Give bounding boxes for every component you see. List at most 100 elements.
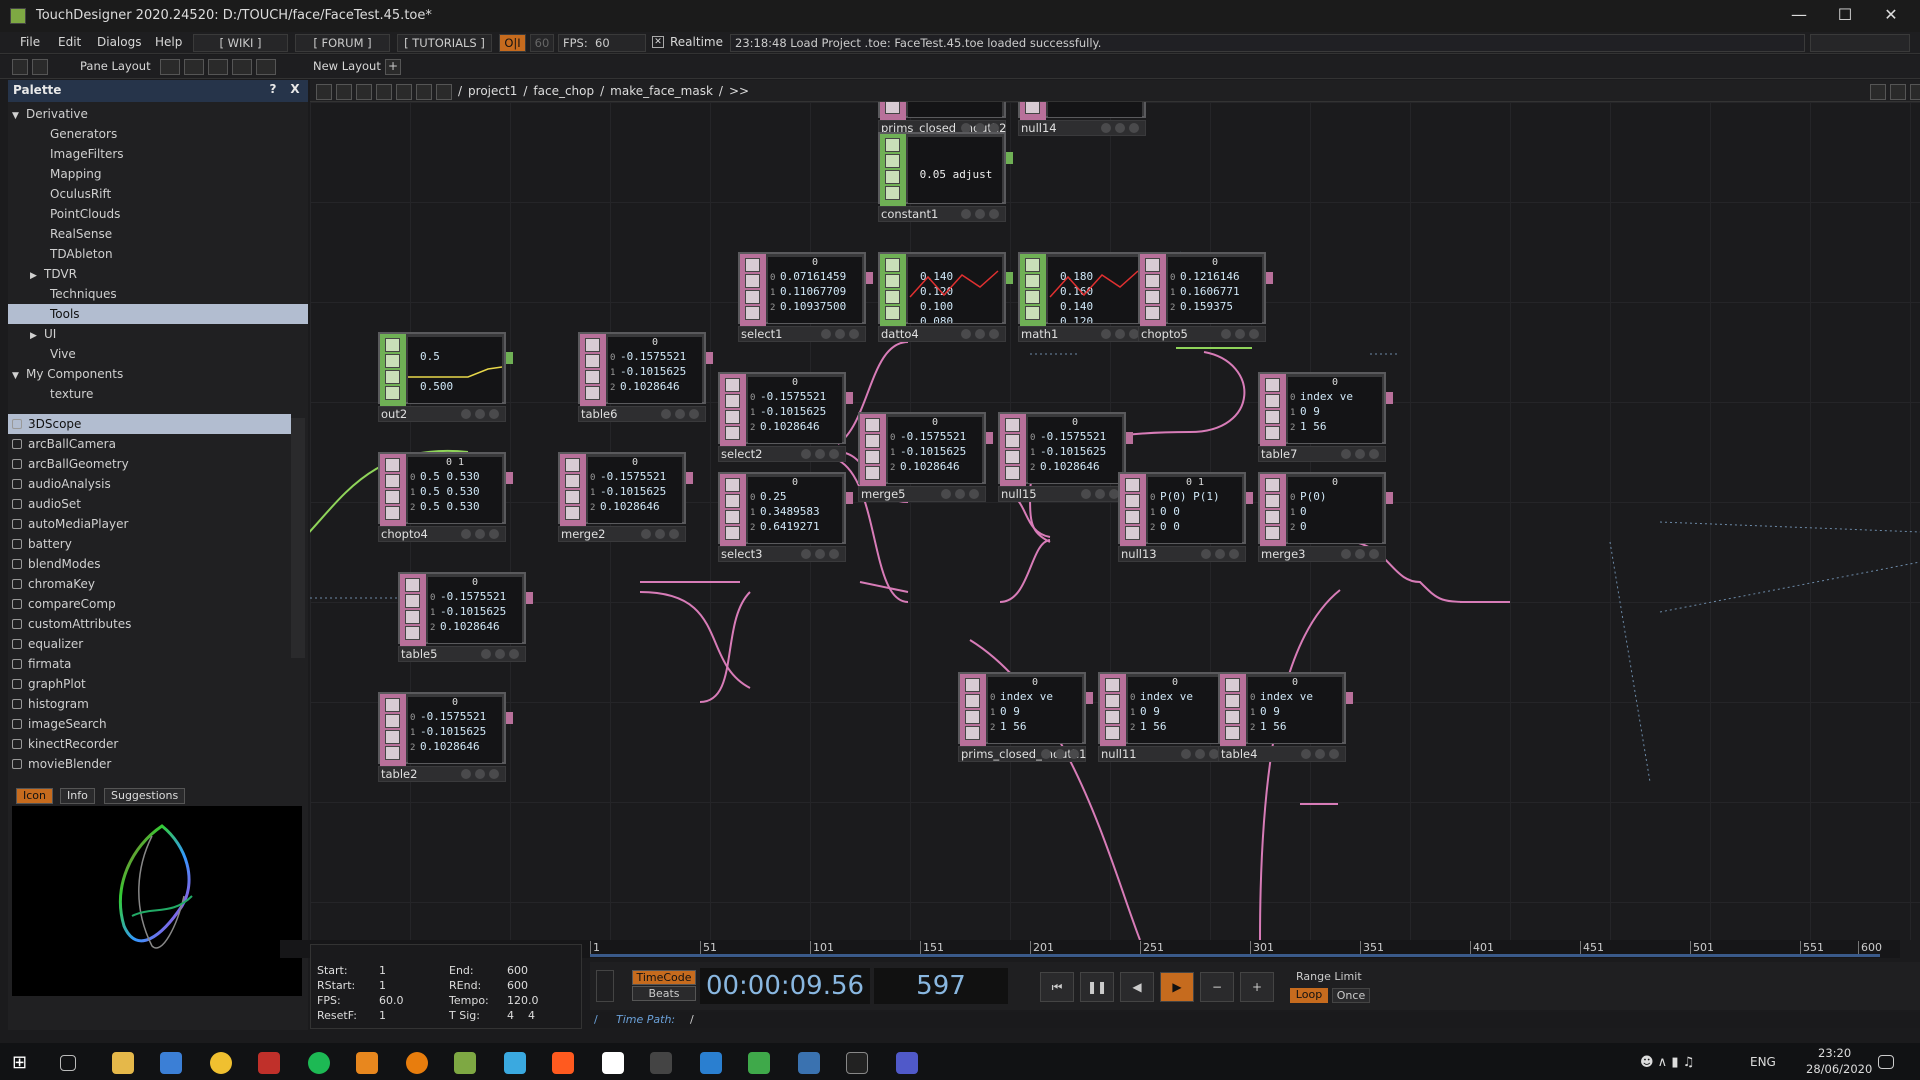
node-table7[interactable]: 0 0 index ve 1 0 9 2 1 56 table7 [1258,372,1393,462]
spotify-icon[interactable] [308,1052,330,1074]
layout-2-icon[interactable] [184,59,204,75]
node-toggle-icon[interactable] [481,649,491,659]
node-math1[interactable]: 0.180 0.160 0.140 0.120 math1 [1018,252,1153,342]
node-body[interactable]: 0.05 adjust [878,132,1006,206]
clock-date[interactable]: 28/06/2020 [1806,1062,1872,1076]
node-flag-icon[interactable] [1005,466,1020,480]
node-table2[interactable]: 0 0 -0.1575521 1 -0.1015625 2 0.1028646 table2 [378,692,513,782]
node-flag-icon[interactable] [405,626,420,640]
menu-edit[interactable]: Edit [58,35,81,49]
node-body[interactable] [878,102,1006,120]
palette-list-item[interactable]: audioSet [8,494,291,514]
palette-tree-item[interactable]: RealSense [8,224,308,244]
node-flag-icon[interactable] [725,526,740,540]
node-flag-icon[interactable] [585,386,600,400]
node-toggle-icon[interactable] [1055,749,1065,759]
node-flag-icon[interactable] [585,370,600,384]
node-label[interactable]: chopto5 [1138,326,1266,342]
node-flag-icon[interactable] [385,354,400,368]
sublime-icon[interactable] [356,1052,378,1074]
node-body[interactable]: 0.5 0.500 [378,332,506,406]
node-flag-icon[interactable] [1265,394,1280,408]
unity-icon[interactable] [602,1052,624,1074]
node-flag-icon[interactable] [1125,478,1140,492]
node-flag-icon[interactable] [1265,478,1280,492]
node-flag-icon[interactable] [405,594,420,608]
node-label[interactable]: table7 [1258,446,1386,462]
time-range-bar[interactable] [590,954,1880,957]
node-flag-icon[interactable] [565,506,580,520]
palette-scrollbar[interactable] [291,418,305,658]
node-toggle-icon[interactable] [489,769,499,779]
pane-split-icon[interactable] [12,59,28,75]
node-toggle-icon[interactable] [475,529,485,539]
node-flag-icon[interactable] [385,746,400,760]
transport-handle-icon[interactable] [596,970,614,1002]
node-label[interactable]: math1 [1018,326,1146,342]
app-blue-icon[interactable] [504,1052,526,1074]
node-flag-icon[interactable] [385,730,400,744]
palette-tree-item[interactable]: ▼ My Components [8,364,308,384]
node-output-connector[interactable] [1346,692,1353,704]
node-body[interactable]: 0 0 -0.1575521 1 -0.1015625 2 0.1028646 [858,412,986,486]
node-toggle-icon[interactable] [1101,123,1111,133]
parent-icon[interactable] [436,84,452,100]
node-viewer[interactable]: 0 0 0.1216146 1 0.1606771 2 0.159375 [1168,257,1262,323]
node-output-connector[interactable] [1006,152,1013,164]
step-forward-button[interactable]: + [1240,972,1274,1002]
node-flag-icon[interactable] [1025,306,1040,320]
node-flag-icon[interactable] [885,274,900,288]
play-forward-button[interactable]: ▶ [1160,972,1194,1002]
node-viewer[interactable] [908,102,1002,117]
node-constant1[interactable]: 0.05 adjust constant1 [878,132,1013,222]
node-viewer[interactable]: 0 0 index ve 1 0 9 2 1 56 [988,677,1082,743]
rewind-button[interactable]: ⏮ [1040,972,1074,1002]
node-flag-icon[interactable] [1265,378,1280,392]
node-flag-icon[interactable] [1125,494,1140,508]
node-body[interactable]: 0 0 0.07161459 1 0.11067709 2 0.10937500 [738,252,866,326]
node-flag-icon[interactable] [725,426,740,440]
node-body[interactable]: 0 0 index ve 1 0 9 2 1 56 [1098,672,1226,746]
node-toggle-icon[interactable] [461,769,471,779]
expand-arrow-icon[interactable]: ▼ [12,366,26,386]
node-out2[interactable]: 0.5 0.500 out2 [378,332,513,422]
node-viewer[interactable]: 0 0 0.07161459 1 0.11067709 2 0.10937500 [768,257,862,323]
node-flag-icon[interactable] [1105,678,1120,692]
node-null11[interactable]: 0 0 index ve 1 0 9 2 1 56 null11 [1098,672,1233,762]
wiki-button[interactable]: [ WIKI ] [193,34,288,52]
node-flag-icon[interactable] [885,170,900,184]
node-toggle-icon[interactable] [829,449,839,459]
file-explorer-icon[interactable] [112,1052,134,1074]
node-output-connector[interactable] [1266,272,1273,284]
maximize-pane-icon[interactable] [1890,84,1906,100]
palette-help-button[interactable]: ? [264,82,282,100]
node-flag-icon[interactable] [385,338,400,352]
node-table4[interactable]: 0 0 index ve 1 0 9 2 1 56 table4 [1218,672,1353,762]
play-reverse-button[interactable]: ◀ [1120,972,1154,1002]
node-flag-icon[interactable] [1105,726,1120,740]
node-body[interactable]: 0 0 -0.1575521 1 -0.1015625 2 0.1028646 [398,572,526,646]
node-body[interactable]: 0.140 0.120 0.100 0.080 [878,252,1006,326]
node-output-connector[interactable] [1246,492,1253,504]
node-flag-icon[interactable] [725,378,740,392]
node-flag-icon[interactable] [1005,450,1020,464]
node-viewer[interactable]: 0 0 -0.1575521 1 -0.1015625 2 0.1028646 [428,577,522,643]
tutorials-button[interactable]: [ TUTORIALS ] [397,34,492,52]
node-toggle-icon[interactable] [961,209,971,219]
close-button[interactable]: ✕ [1868,0,1914,32]
palette-tree-item[interactable]: Techniques [8,284,308,304]
node-flag-icon[interactable] [885,306,900,320]
node-flag-icon[interactable] [1105,694,1120,708]
node-toggle-icon[interactable] [969,489,979,499]
timecode-mode-button[interactable]: TimeCode [632,970,696,985]
node-label[interactable]: table6 [578,406,706,422]
node-toggle-icon[interactable] [1101,329,1111,339]
palette-list-item[interactable]: blendModes [8,554,291,574]
houdini-icon[interactable] [552,1052,574,1074]
node-viewer[interactable]: 0 0 P(0) 1 0 2 0 [1288,477,1382,543]
node-flag-icon[interactable] [405,578,420,592]
node-toggle-icon[interactable] [1329,749,1339,759]
node-body[interactable]: 0 1 0 0.5 0.530 1 0.5 0.530 2 0.5 0.530 [378,452,506,526]
node-flag-icon[interactable] [565,490,580,504]
node-toggle-icon[interactable] [475,769,485,779]
